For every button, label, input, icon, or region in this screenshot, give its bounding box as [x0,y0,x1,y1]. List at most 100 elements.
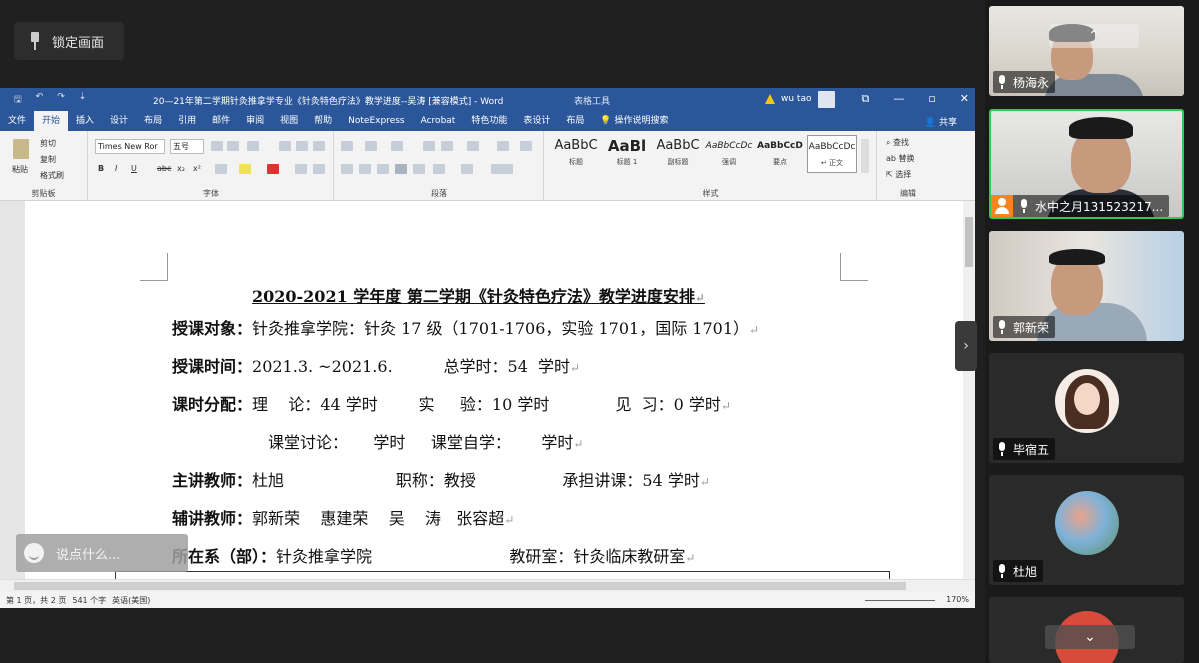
user-info[interactable]: wu tao [765,94,811,104]
align-right-icon[interactable] [377,164,389,174]
styles-scroll-icon[interactable] [861,139,869,173]
subscript-icon[interactable]: x₂ [177,164,185,173]
numbering-icon[interactable] [365,141,377,151]
vertical-scroll-thumb[interactable] [965,217,973,267]
vertical-scrollbar[interactable] [963,201,975,579]
tab-insert[interactable]: 插入 [68,111,102,131]
shrink-font-icon[interactable] [227,141,239,151]
customize-icon[interactable]: ⇣ [79,92,87,108]
scroll-down-button[interactable]: ⌄ [1045,625,1135,649]
align-left-icon[interactable] [341,164,353,174]
format-painter-button[interactable]: 格式刷 [40,170,64,181]
panel-toggle-button[interactable]: › [955,321,977,371]
emoji-icon[interactable] [24,543,44,563]
scroll-up-button[interactable]: ⌃ [1049,24,1139,48]
window-controls: ⧉ — ▫ ✕ [861,92,969,106]
font-name-select[interactable]: Times New Ror [95,139,165,154]
tab-mailings[interactable]: 邮件 [204,111,238,131]
underline-icon[interactable]: U [131,164,137,173]
change-case-icon[interactable] [247,141,259,151]
tab-view[interactable]: 视图 [272,111,306,131]
multilevel-list-icon[interactable] [391,141,403,151]
replace-button[interactable]: ab 替换 [886,153,915,164]
tab-table-design[interactable]: 表设计 [515,111,558,131]
participant-tile[interactable]: 毕宿五 [989,353,1184,463]
font-size-select[interactable]: 五号 [170,139,204,154]
line-spacing-icon[interactable] [433,164,445,174]
style-subtitle[interactable]: AaBbC 副标题 [653,135,703,173]
save-icon[interactable]: 🖫 [14,92,22,108]
tab-table-layout[interactable]: 布局 [558,111,592,131]
language[interactable]: 英语(美国) [112,595,150,606]
find-button[interactable]: ⌕ 查找 [886,137,909,148]
decrease-indent-icon[interactable] [423,141,435,151]
sort-icon[interactable] [497,141,509,151]
char-shading-icon[interactable] [295,164,307,174]
style-heading-1[interactable]: AaBl 标题 1 [602,135,652,173]
zoom-slider[interactable] [865,600,935,601]
redo-icon[interactable]: ↷ [57,92,65,108]
tab-home[interactable]: 开始 [34,111,69,131]
tab-layout[interactable]: 布局 [136,111,170,131]
borders-icon[interactable] [491,164,513,174]
user-avatar[interactable] [818,91,835,108]
strikethrough-icon[interactable]: abc [157,164,171,173]
tab-design[interactable]: 设计 [102,111,136,131]
clear-format-icon[interactable] [279,141,291,151]
align-center-icon[interactable] [359,164,371,174]
minimize-icon[interactable]: — [893,92,904,106]
word-count[interactable]: 541 个字 [72,595,106,606]
text-effects-icon[interactable] [215,164,227,174]
copy-button[interactable]: 复制 [40,154,56,165]
participant-tile[interactable]: 杜旭 [989,475,1184,585]
enclose-char-icon[interactable] [313,164,325,174]
restore-icon[interactable]: ▫ [928,92,935,106]
style-emphasis[interactable]: AaBbCcDc 强调 [704,135,754,173]
bullets-icon[interactable] [341,141,353,151]
asian-layout-icon[interactable] [467,141,479,151]
tab-review[interactable]: 审阅 [238,111,272,131]
superscript-icon[interactable]: x² [193,164,201,173]
cut-button[interactable]: 剪切 [40,138,56,149]
paste-label[interactable]: 粘贴 [12,164,28,175]
paste-icon[interactable] [13,139,29,159]
tab-help[interactable]: 帮助 [306,111,340,131]
style-strong[interactable]: AaBbCcD 要点 [755,135,805,173]
tell-me-search[interactable]: 💡 操作说明搜索 [592,111,676,131]
distributed-icon[interactable] [413,164,425,174]
style-normal[interactable]: AaBbCcDc ↵ 正文 [807,135,857,173]
italic-icon[interactable]: I [115,164,117,173]
increase-indent-icon[interactable] [441,141,453,151]
highlight-icon[interactable] [239,164,251,174]
horizontal-scrollbar[interactable] [0,579,975,592]
bold-icon[interactable]: B [98,164,104,173]
undo-icon[interactable]: ↶ [36,92,44,108]
zoom-level[interactable]: 170% [946,595,969,604]
participant-tile[interactable]: ⌃ 杨海永 [989,6,1184,96]
style-title[interactable]: AaBbC 标题 [551,135,601,173]
show-marks-icon[interactable] [520,141,532,151]
page-count[interactable]: 第 1 页，共 2 页 [6,595,66,606]
justify-icon[interactable] [395,164,407,174]
tab-file[interactable]: 文件 [0,111,34,131]
shading-icon[interactable] [461,164,473,174]
grow-font-icon[interactable] [211,141,223,151]
char-border-icon[interactable] [313,141,325,151]
share-button[interactable]: 👤 共享 [925,115,957,128]
tab-special[interactable]: 特色功能 [463,111,515,131]
participant-tile[interactable]: 水中之月131523217... [989,109,1184,219]
tab-noteexpress[interactable]: NoteExpress [340,111,412,131]
close-icon[interactable]: ✕ [960,92,969,106]
horizontal-scroll-thumb[interactable] [14,582,906,590]
chat-input[interactable]: 说点什么... [16,534,188,572]
document-page[interactable]: 2020-2021 学年度 第二学期《针灸特色疗法》教学进度安排↵ 授课对象：针… [25,201,963,579]
ribbon-display-icon[interactable]: ⧉ [861,92,869,106]
tab-acrobat[interactable]: Acrobat [413,111,464,131]
tab-references[interactable]: 引用 [170,111,204,131]
select-button[interactable]: ⇱ 选择 [886,169,911,180]
font-color-icon[interactable] [267,164,279,174]
lock-screen-button[interactable]: 锁定画面 [14,22,124,60]
phonetic-guide-icon[interactable] [296,141,308,151]
host-icon [991,195,1013,217]
participant-tile[interactable]: 郭新荣 [989,231,1184,341]
